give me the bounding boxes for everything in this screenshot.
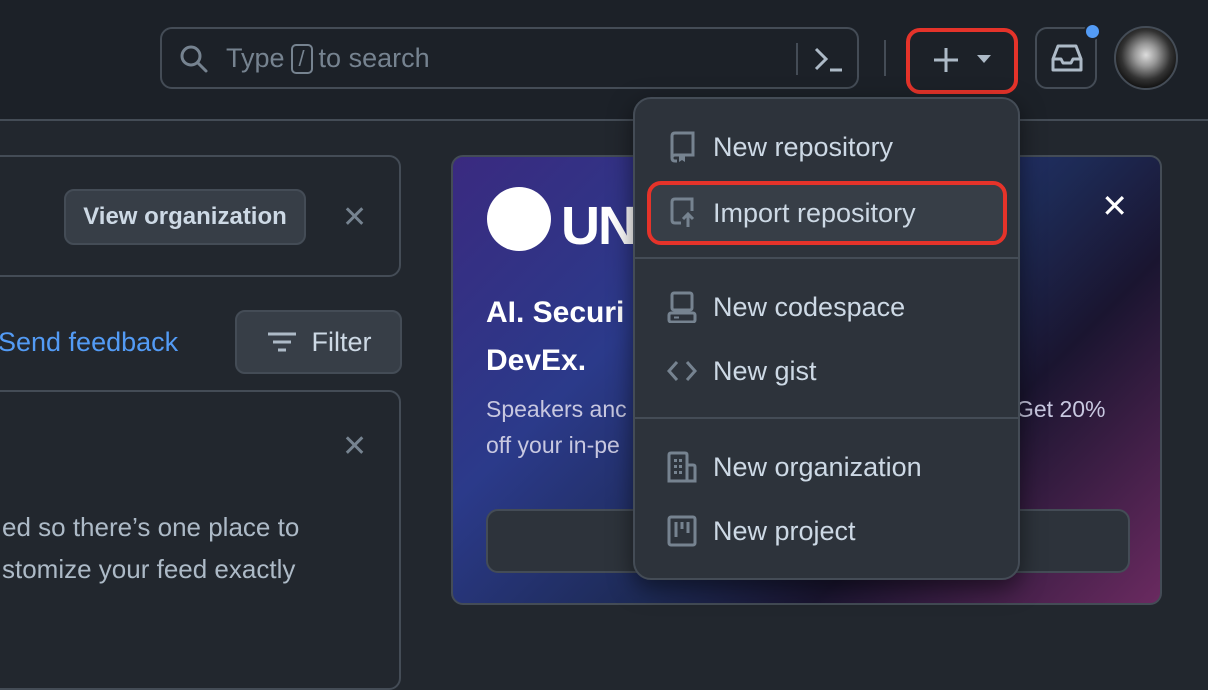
feed-notice-card: ✕ ed so there’s one place to stomize you… bbox=[0, 390, 401, 690]
codespaces-icon bbox=[667, 291, 697, 323]
search-icon bbox=[178, 43, 210, 75]
menu-item-label: New organization bbox=[713, 451, 922, 482]
menu-item-new-codespace[interactable]: New codespace bbox=[651, 279, 1003, 335]
menu-item-new-repository[interactable]: New repository bbox=[651, 119, 1003, 175]
notice-text: stomize your feed exactly bbox=[2, 554, 296, 584]
filter-button[interactable]: Filter bbox=[235, 310, 402, 374]
plus-icon bbox=[932, 46, 960, 74]
menu-item-label: New codespace bbox=[713, 291, 906, 322]
menu-item-new-gist[interactable]: New gist bbox=[651, 343, 1003, 399]
github-logo-icon bbox=[487, 187, 551, 251]
filter-label: Filter bbox=[311, 326, 372, 357]
project-icon bbox=[667, 515, 697, 547]
placeholder-text: Type bbox=[226, 43, 285, 73]
placeholder-text-end: to search bbox=[318, 43, 430, 73]
menu-item-new-project[interactable]: New project bbox=[651, 503, 1003, 559]
caret-down-icon bbox=[976, 54, 992, 64]
create-new-button[interactable] bbox=[906, 28, 1018, 94]
repo-push-icon bbox=[667, 197, 697, 229]
organization-icon bbox=[667, 451, 697, 483]
close-icon[interactable]: ✕ bbox=[342, 203, 367, 233]
repo-icon bbox=[667, 131, 697, 163]
menu-item-label: Import repository bbox=[713, 197, 916, 228]
menu-item-label: New project bbox=[713, 515, 856, 546]
view-organization-button[interactable]: View organization bbox=[64, 189, 306, 245]
code-icon bbox=[667, 355, 697, 387]
menu-item-import-repository[interactable]: Import repository bbox=[647, 181, 1007, 245]
organization-banner: View organization ✕ bbox=[0, 155, 401, 277]
filter-icon bbox=[266, 331, 298, 353]
search-input[interactable]: Type / to search bbox=[160, 27, 859, 89]
notification-dot bbox=[1084, 23, 1101, 40]
inbox-icon bbox=[1050, 43, 1084, 73]
divider bbox=[884, 40, 886, 76]
divider bbox=[796, 43, 798, 75]
close-icon[interactable]: ✕ bbox=[342, 432, 367, 462]
shortcut-key: / bbox=[290, 43, 313, 74]
user-avatar[interactable] bbox=[1114, 26, 1178, 90]
notice-text: ed so there’s one place to bbox=[2, 512, 300, 542]
menu-item-new-organization[interactable]: New organization bbox=[651, 439, 1003, 495]
send-feedback-link[interactable]: Send feedback bbox=[0, 327, 178, 358]
top-header: Type / to search bbox=[0, 0, 1208, 121]
close-icon[interactable]: ✕ bbox=[1101, 187, 1128, 225]
command-palette-icon[interactable] bbox=[812, 43, 846, 75]
search-placeholder: Type / to search bbox=[226, 43, 430, 74]
menu-item-label: New gist bbox=[713, 355, 817, 386]
create-menu: New repository Import repository New cod… bbox=[633, 97, 1020, 580]
menu-item-label: New repository bbox=[713, 131, 894, 162]
menu-divider bbox=[635, 257, 1018, 259]
menu-divider bbox=[635, 417, 1018, 419]
